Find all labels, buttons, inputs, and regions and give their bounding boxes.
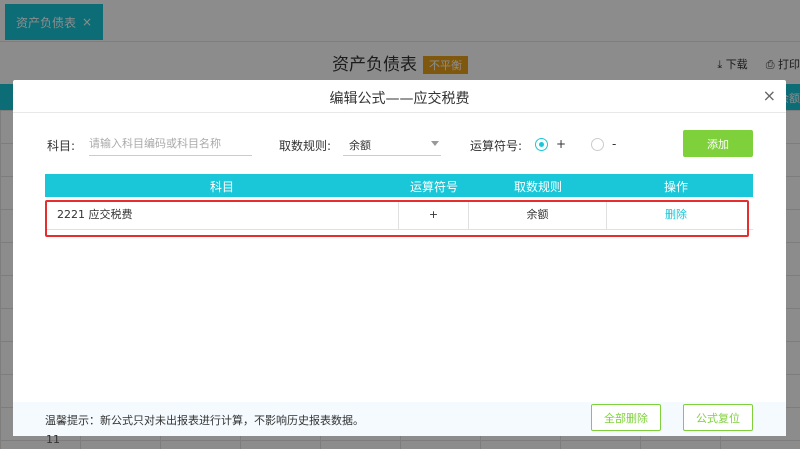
radio-unchecked-icon <box>591 137 604 151</box>
operator-radio-minus[interactable]: - <box>591 137 616 151</box>
operator-radio-plus[interactable]: + <box>535 137 566 151</box>
report-row-number: 11 <box>46 433 60 446</box>
delete-all-button[interactable]: 全部删除 <box>591 404 661 431</box>
dialog-footer: 温馨提示：新公式只对未出报表进行计算，不影响历史报表数据。 全部删除 公式复位 <box>13 402 786 436</box>
operator-minus-label: - <box>612 137 617 151</box>
chevron-down-icon <box>431 141 439 146</box>
table-header: 科目 运算符号 取数规则 操作 <box>45 174 753 197</box>
formula-form: 科目: 取数规则: 余额 运算符号: + - 添加 <box>13 130 786 158</box>
row-rule: 余额 <box>469 200 607 230</box>
row-subject: 2221 应交税费 <box>57 200 399 230</box>
edit-formula-dialog: 编辑公式——应交税费 × 科目: 取数规则: 余额 运算符号: + - 添加 科… <box>13 80 786 436</box>
header-action: 操作 <box>663 180 688 194</box>
dialog-title: 编辑公式——应交税费 <box>329 91 470 107</box>
header-subject: 科目 <box>209 180 234 194</box>
delete-link[interactable]: 删除 <box>607 200 745 230</box>
close-icon[interactable]: × <box>763 86 776 105</box>
operator-label: 运算符号: <box>470 139 523 153</box>
header-rule: 取数规则 <box>513 180 562 194</box>
row-operator: + <box>399 200 469 230</box>
reset-formula-button[interactable]: 公式复位 <box>683 404 753 431</box>
rule-select[interactable]: 余额 <box>343 132 441 156</box>
footer-tip: 温馨提示：新公式只对未出报表进行计算，不影响历史报表数据。 <box>45 414 364 427</box>
header-operator: 运算符号 <box>409 180 458 194</box>
rule-select-value: 余额 <box>349 139 371 152</box>
rule-label: 取数规则: <box>279 139 332 153</box>
radio-checked-icon <box>535 137 548 151</box>
operator-plus-label: + <box>556 137 567 151</box>
subject-label: 科目: <box>47 139 76 153</box>
add-button[interactable]: 添加 <box>683 130 753 157</box>
dialog-header: 编辑公式——应交税费 × <box>13 80 786 113</box>
subject-input[interactable] <box>89 132 252 156</box>
formula-table: 科目 运算符号 取数规则 操作 2221 应交税费 + 余额 删除 <box>45 174 753 230</box>
table-row: 2221 应交税费 + 余额 删除 <box>45 200 753 230</box>
